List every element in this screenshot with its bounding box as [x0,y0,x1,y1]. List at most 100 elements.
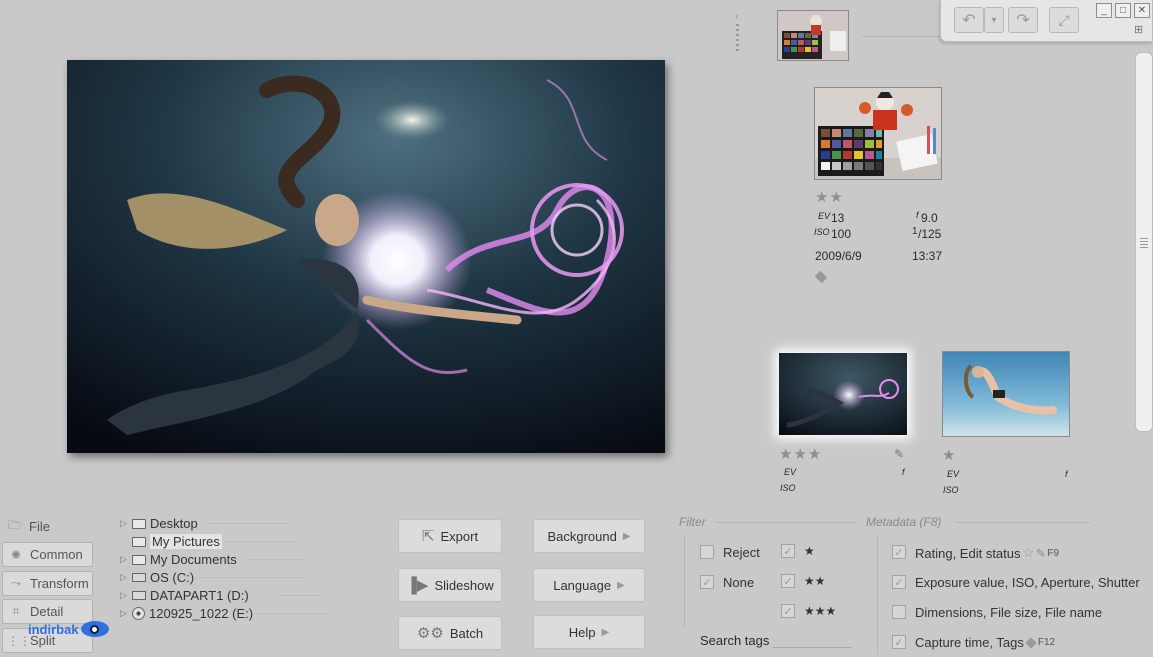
tag-icon[interactable] [814,270,828,284]
disc-icon [132,607,145,620]
search-tags-input[interactable] [772,647,852,648]
minimize-button[interactable]: _ [1096,3,1112,18]
tree-item-label: 120925_1022 (E:) [149,606,254,621]
filmstrip-scrollbar[interactable] [1135,52,1153,432]
tree-item-desktop[interactable]: ▷ Desktop [120,515,198,532]
thumbnail-swimmer[interactable] [942,351,1070,437]
tree-item-my-pictures[interactable]: My Pictures [120,533,222,550]
thumb-2-ev-label: EV [947,469,960,479]
sidebar-item-file[interactable]: 🗁 File [2,514,93,539]
folder-icon [132,554,146,565]
thumb-1-iso-label: ISO [780,483,796,493]
undo-button[interactable]: ↶ [954,7,984,33]
meta-exposure-checkbox[interactable]: ✓ [892,575,906,589]
thumb-2-iso-label: ISO [943,485,959,495]
shutter-prefix: 1 [912,226,918,237]
layout-icon: ⊞ [1134,24,1144,36]
tree-guide-line [280,595,320,596]
fullscreen-icon: ⤢ [1058,11,1070,28]
tree-guide-line [245,559,305,560]
drive-icon [132,573,146,582]
watermark-logo: indirbak [28,621,109,637]
meta-dimensions-checkbox[interactable] [892,605,906,619]
chevron-right-icon: ▶ [617,579,625,591]
export-button[interactable]: ⇱ Export [398,519,502,553]
expand-arrow-icon[interactable]: ▷ [120,518,128,529]
chevron-right-icon: ▶ [601,626,610,638]
tree-item-drive-c[interactable]: ▷ OS (C:) [120,569,194,586]
maximize-icon: □ [1119,4,1127,16]
expand-arrow-icon[interactable]: ▷ [120,554,128,565]
metadata-section-title: Metadata (F8) [866,515,942,529]
thumb-2-rating[interactable]: ★ [942,446,956,464]
expand-arrow-icon[interactable]: ▷ [120,572,128,583]
aperture-value: 9.0 [921,211,938,225]
split-icon: ⋮⋮ [7,633,31,648]
expand-arrow-icon[interactable]: ▷ [120,590,128,601]
background-menu-button[interactable]: Background ▶ [533,519,645,553]
divider [684,536,685,628]
meta-rating-label: Rating, Edit status [915,545,1021,561]
thumbnail-detail[interactable] [814,87,942,180]
sidebar-item-common[interactable]: ✺ Common [2,542,93,567]
tree-item-drive-d[interactable]: ▷ DATAPART1 (D:) [120,587,249,604]
expand-arrow-icon[interactable]: ▷ [120,608,128,619]
folder-icon [132,536,146,547]
chevron-left-icon: ‹ [735,11,739,23]
slideshow-icon: ▐▶ [406,577,429,594]
capture-time: 13:37 [912,249,943,263]
gears-icon: ⚙⚙ [416,625,444,642]
filter-section-title: Filter [679,515,706,529]
thumb-1-f-label: f [902,467,905,477]
meta-rating-row: Rating, Edit status ☆ ✎ F9 [915,545,1059,561]
maximize-button[interactable]: □ [1115,3,1131,18]
shutter-value: /125 [918,227,942,241]
sidebar-item-label: Transform [30,576,89,591]
star1-label: ★ [804,544,815,558]
iso-label: ISO [814,227,830,237]
redo-icon: ↷ [1016,12,1030,29]
meta-capture-checkbox[interactable]: ✓ [892,635,906,649]
layout-button[interactable]: ⊞ [1134,23,1150,37]
language-menu-button[interactable]: Language ▶ [533,568,645,602]
batch-button[interactable]: ⚙⚙ Batch [398,616,502,650]
filmstrip-handle[interactable]: ‹ [732,12,742,62]
star3-checkbox[interactable]: ✓ [781,604,795,618]
eye-icon [80,621,109,637]
sidebar-item-label: Common [30,547,83,562]
thumb-1-rating[interactable]: ★★★ [779,445,822,463]
help-menu-button[interactable]: Help ▶ [533,615,645,649]
tree-item-drive-e[interactable]: ▷ 120925_1022 (E:) [120,605,253,622]
divider [955,522,1090,523]
meta-rating-checkbox[interactable]: ✓ [892,545,906,559]
scrollbar-grip-icon[interactable] [1140,238,1148,248]
grip-dots-icon [735,24,739,54]
close-button[interactable]: ✕ [1134,3,1150,18]
sidebar-item-label: File [29,519,50,534]
search-tags-label: Search tags [700,633,770,648]
pencil-icon[interactable]: ✎ [894,447,904,461]
tree-item-my-documents[interactable]: ▷ My Documents [120,551,237,568]
star2-checkbox[interactable]: ✓ [781,574,795,588]
sidebar-item-transform[interactable]: ⤳ Transform [2,571,93,596]
underwater-fantasy-photo [67,60,665,453]
minimize-icon: _ [1101,4,1107,16]
fullscreen-button[interactable]: ⤢ [1049,7,1079,33]
window-toolbar: ↶ ▾ ↷ ⤢ _ □ ✕ ⊞ [940,0,1153,42]
ev-value: 13 [831,211,845,225]
star-icon: ☆ [1022,545,1035,560]
tree-item-label: OS (C:) [150,570,195,585]
watermark-text: indirbak [28,621,79,637]
reject-checkbox[interactable] [700,545,714,559]
slideshow-button[interactable]: ▐▶ Slideshow [398,568,502,602]
none-checkbox[interactable]: ✓ [700,575,714,589]
thumbnail-top[interactable] [777,10,849,61]
main-photo-preview[interactable] [67,60,665,453]
export-icon: ⇱ [421,528,435,545]
swimmer-thumbnail [943,352,1069,436]
star1-checkbox[interactable]: ✓ [781,544,795,558]
undo-history-dropdown[interactable]: ▾ [984,7,1004,33]
tree-item-label: Desktop [150,516,198,531]
redo-button[interactable]: ↷ [1008,7,1038,33]
thumbnail-underwater-selected[interactable] [779,353,907,435]
